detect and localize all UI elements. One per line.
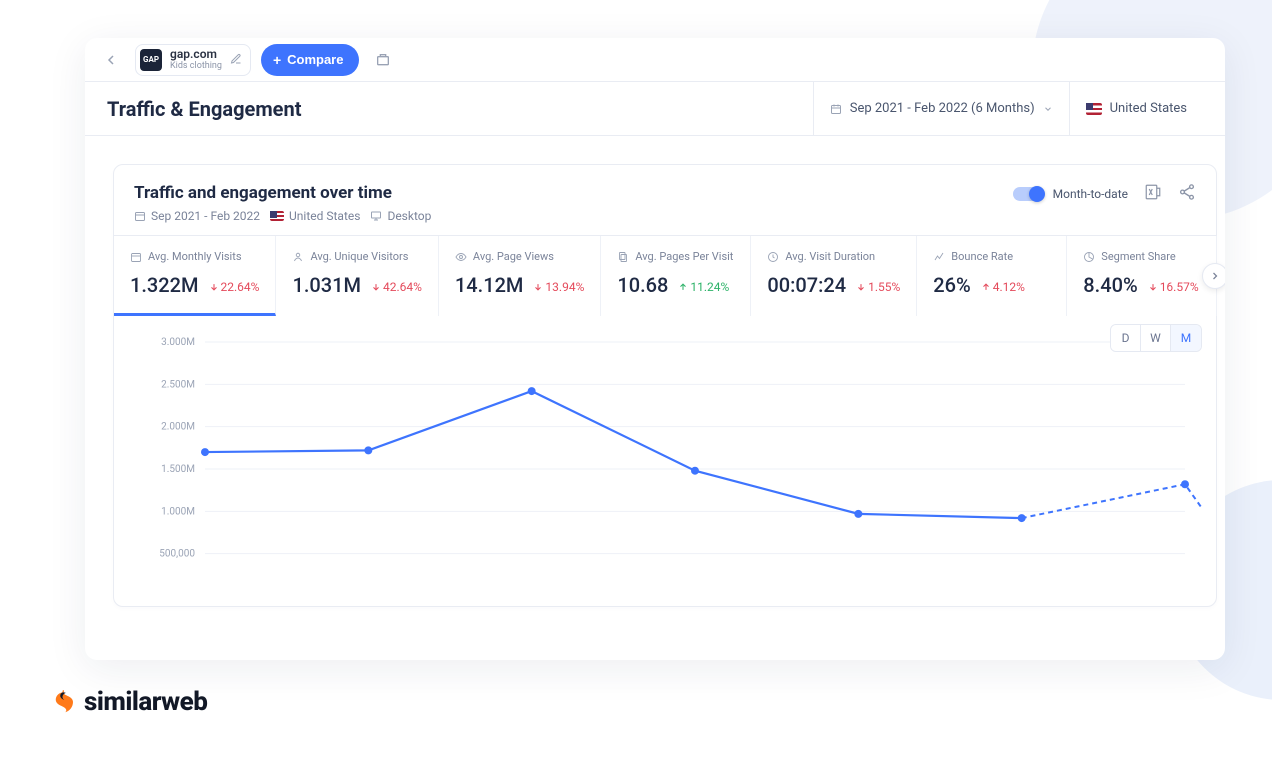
site-category: Kids clothing bbox=[170, 62, 222, 71]
export-bar-icon[interactable] bbox=[369, 46, 397, 74]
app-frame: GAP gap.com Kids clothing + Compare Traf… bbox=[85, 38, 1225, 660]
edit-icon[interactable] bbox=[230, 50, 242, 69]
metrics-row: Avg. Monthly Visits 1.322M 22.64% Avg. Uniq… bbox=[114, 235, 1216, 316]
chevron-down-icon bbox=[1043, 104, 1053, 114]
date-range-filter[interactable]: Sep 2021 - Feb 2022 (6 Months) bbox=[813, 82, 1069, 135]
site-avatar: GAP bbox=[140, 49, 162, 71]
bounce-icon bbox=[933, 251, 945, 263]
calendar-icon bbox=[830, 103, 842, 115]
metric-label-text: Bounce Rate bbox=[951, 250, 1013, 263]
metric-bounce-rate[interactable]: Bounce Rate 26% 4.12% bbox=[917, 236, 1067, 316]
desktop-icon bbox=[370, 210, 382, 222]
line-chart[interactable]: 3.000M 2.500M 2.000M 1.500M 1.000M 500,000 bbox=[128, 326, 1202, 606]
share-icon[interactable] bbox=[1178, 183, 1196, 205]
engagement-card: Traffic and engagement over time Sep 202… bbox=[113, 164, 1217, 607]
metric-delta: 22.64% bbox=[209, 280, 260, 294]
svg-text:500,000: 500,000 bbox=[159, 549, 195, 560]
country-label: United States bbox=[1110, 101, 1187, 116]
excel-export-icon[interactable] bbox=[1144, 183, 1162, 205]
flag-us-icon bbox=[270, 211, 284, 221]
svg-text:2.500M: 2.500M bbox=[161, 379, 195, 390]
metric-label-text: Avg. Monthly Visits bbox=[148, 250, 242, 263]
clock-icon bbox=[767, 251, 779, 263]
metric-value: 8.40% bbox=[1083, 273, 1137, 297]
svg-text:2.000M: 2.000M bbox=[161, 422, 195, 433]
eye-icon bbox=[455, 251, 467, 263]
metric-value: 10.68 bbox=[617, 273, 668, 297]
metric-delta: 13.94% bbox=[533, 280, 584, 294]
metric-label-text: Avg. Unique Visitors bbox=[310, 250, 408, 263]
site-chip[interactable]: GAP gap.com Kids clothing bbox=[135, 44, 251, 76]
topbar: GAP gap.com Kids clothing + Compare bbox=[85, 38, 1225, 82]
calendar-icon bbox=[130, 251, 142, 263]
mtd-label: Month-to-date bbox=[1053, 187, 1128, 201]
granularity-d[interactable]: D bbox=[1111, 325, 1141, 351]
metric-delta: 1.55% bbox=[856, 280, 900, 294]
metric-avg-monthly-visits[interactable]: Avg. Monthly Visits 1.322M 22.64% bbox=[114, 236, 276, 316]
card-sub-device: Desktop bbox=[387, 209, 431, 223]
metric-avg-pages-per-visit[interactable]: Avg. Pages Per Visit 10.68 11.24% bbox=[601, 236, 751, 316]
card-sub-country: United States bbox=[289, 209, 360, 223]
compare-button[interactable]: + Compare bbox=[261, 44, 360, 76]
page-title: Traffic & Engagement bbox=[107, 97, 301, 121]
metric-avg-visit-duration[interactable]: Avg. Visit Duration 00:07:24 1.55% bbox=[751, 236, 917, 316]
granularity-w[interactable]: W bbox=[1141, 325, 1171, 351]
metric-value: 00:07:24 bbox=[767, 273, 846, 297]
compare-label: Compare bbox=[287, 52, 343, 67]
card-sub-range: Sep 2021 - Feb 2022 bbox=[151, 209, 260, 223]
granularity-m[interactable]: M bbox=[1171, 325, 1201, 351]
metric-value: 26% bbox=[933, 273, 970, 297]
metric-delta: 42.64% bbox=[371, 280, 422, 294]
metric-value: 1.031M bbox=[292, 273, 361, 297]
segment-icon bbox=[1083, 251, 1095, 263]
site-name: gap.com bbox=[170, 48, 222, 60]
svg-text:1.000M: 1.000M bbox=[161, 506, 195, 517]
metric-label-text: Avg. Visit Duration bbox=[785, 250, 875, 263]
date-range-label: Sep 2021 - Feb 2022 (6 Months) bbox=[850, 101, 1035, 116]
metric-segment-share[interactable]: Segment Share 8.40% 16.57% bbox=[1067, 236, 1217, 316]
metric-label-text: Segment Share bbox=[1101, 250, 1175, 263]
metrics-scroll-right[interactable] bbox=[1202, 263, 1225, 289]
metric-label-text: Avg. Pages Per Visit bbox=[635, 250, 733, 263]
brand-mark-icon bbox=[52, 690, 76, 714]
metric-label-text: Avg. Page Views bbox=[473, 250, 554, 263]
card-title: Traffic and engagement over time bbox=[134, 183, 431, 203]
card-subtitle: Sep 2021 - Feb 2022 United States Deskto… bbox=[134, 209, 431, 223]
calendar-icon bbox=[134, 210, 146, 222]
granularity-switch: DWM bbox=[1110, 324, 1202, 352]
metric-avg-page-views[interactable]: Avg. Page Views 14.12M 13.94% bbox=[439, 236, 601, 316]
svg-text:1.500M: 1.500M bbox=[161, 464, 195, 475]
svg-text:3.000M: 3.000M bbox=[161, 337, 195, 348]
plus-icon: + bbox=[273, 52, 281, 68]
metric-delta: 16.57% bbox=[1148, 280, 1199, 294]
flag-us-icon bbox=[1086, 103, 1102, 115]
metric-value: 14.12M bbox=[455, 273, 524, 297]
brand-name: similarweb bbox=[84, 687, 207, 717]
similarweb-logo: similarweb bbox=[52, 687, 207, 717]
metric-avg-unique-visitors[interactable]: Avg. Unique Visitors 1.031M 42.64% bbox=[276, 236, 438, 316]
chart-area: DWM 3.000M 2.500M 2.000M 1.500M 1.000M 500,00… bbox=[114, 316, 1216, 606]
user-icon bbox=[292, 251, 304, 263]
country-filter[interactable]: United States bbox=[1069, 82, 1203, 135]
sub-header: Traffic & Engagement Sep 2021 - Feb 2022… bbox=[85, 82, 1225, 136]
metric-delta: 4.12% bbox=[981, 280, 1025, 294]
pages-icon bbox=[617, 251, 629, 263]
metric-delta: 11.24% bbox=[678, 280, 729, 294]
mtd-toggle[interactable]: Month-to-date bbox=[1013, 187, 1128, 201]
metric-value: 1.322M bbox=[130, 273, 199, 297]
back-button[interactable] bbox=[97, 46, 125, 74]
